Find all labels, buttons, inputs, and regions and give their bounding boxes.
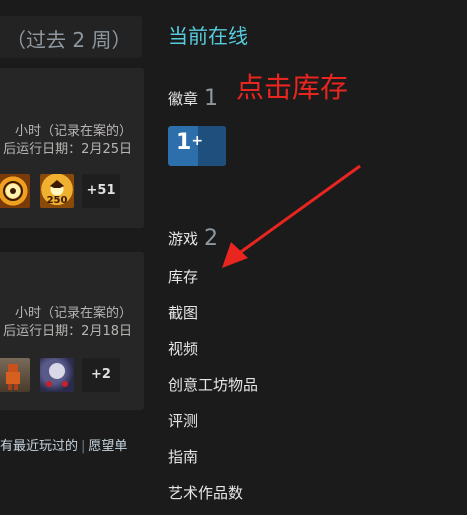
achievement-row: 250 +51 [0, 174, 144, 212]
recent-games-link[interactable]: 有最近玩过的 [0, 439, 78, 454]
wishlist-link[interactable]: 愿望单 [88, 439, 127, 454]
svg-text:250: 250 [47, 195, 68, 206]
achievement-icon[interactable]: 250 [40, 174, 74, 208]
annotation-arrow-icon [222, 164, 361, 268]
hours-on-record: 小时（记录在案的） [14, 306, 132, 321]
more-achievements-count[interactable]: +51 [82, 174, 120, 208]
achievement-icon[interactable] [0, 174, 30, 208]
recent-activity-header: （过去 2 周） [0, 16, 142, 58]
target-icon [3, 181, 23, 201]
more-achievements-count[interactable]: +2 [82, 358, 120, 392]
achievement-icon[interactable] [40, 358, 74, 392]
hours-on-record: 小时（记录在案的） [14, 124, 132, 139]
achievement-icon[interactable] [0, 358, 30, 392]
recent-game-card[interactable]: 小时（记录在案的） 后运行日期：2月18日 +2 [0, 252, 144, 410]
profile-sidebar: 当前在线 点击库存 徽章 1 1+ 游戏 2 库存 截图 视频 创意工坊物品 评测 … [168, 0, 467, 515]
link-separator: | [81, 439, 86, 454]
recent-activity-title: （过去 2 周） [6, 28, 132, 52]
moon-eyes-icon [46, 363, 68, 387]
robot-figure-icon [6, 364, 20, 390]
recent-game-card[interactable]: 小时（记录在案的） 后运行日期：2月25日 250 +51 [0, 68, 144, 228]
achievement-row: +2 [0, 358, 144, 396]
last-played-date: 后运行日期：2月25日 [3, 142, 132, 157]
last-played-date: 后运行日期：2月18日 [3, 324, 132, 339]
profile-links: 有最近玩过的 | 愿望单 [0, 435, 127, 454]
recent-activity-column: （过去 2 周） 小时（记录在案的） 后运行日期：2月25日 250 +51 小… [0, 0, 150, 515]
achievement-250-icon: 250 [47, 180, 68, 206]
